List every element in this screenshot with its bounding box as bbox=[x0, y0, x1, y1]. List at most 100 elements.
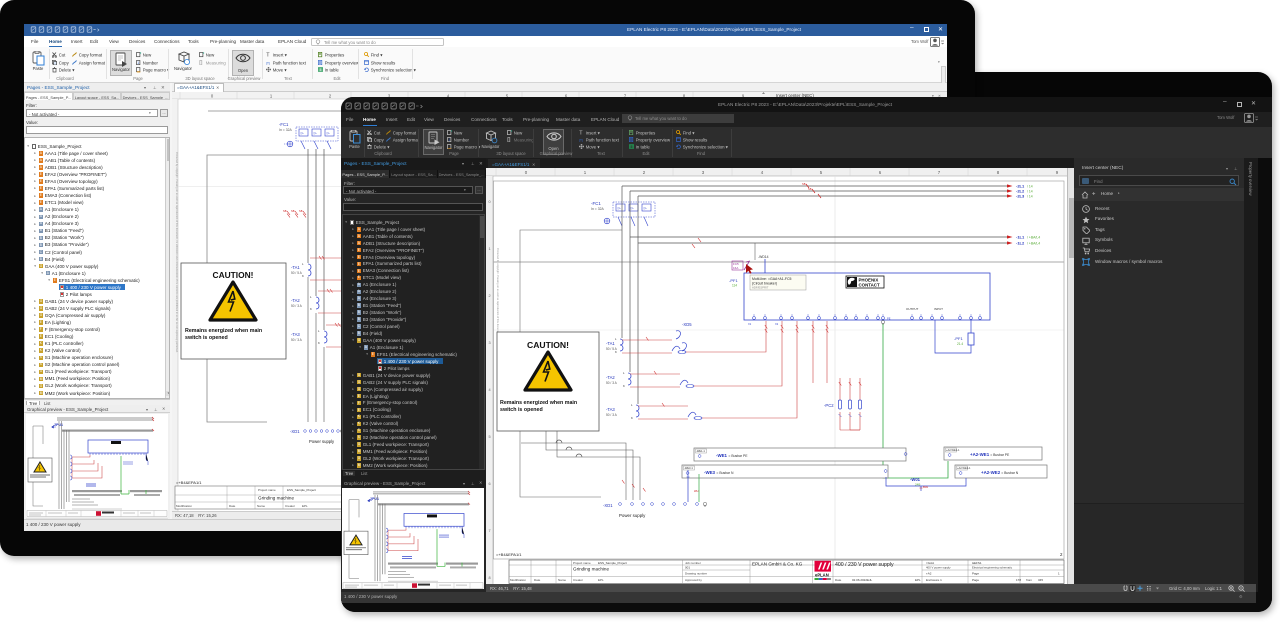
svg-text:SB: SB bbox=[283, 209, 287, 213]
svg-text:K: K bbox=[318, 341, 320, 345]
svg-text:I>: I> bbox=[301, 132, 304, 136]
svg-text:B04: B04 bbox=[923, 485, 928, 489]
svg-text:345: 345 bbox=[1038, 578, 1043, 582]
svg-text:50 / 3 A: 50 / 3 A bbox=[291, 338, 303, 342]
svg-text:K: K bbox=[615, 350, 617, 354]
svg-text:8: 8 bbox=[488, 576, 490, 580]
svg-text:Name: Name bbox=[257, 504, 265, 508]
svg-text:-WE3: -WE3 bbox=[704, 470, 716, 475]
svg-text:ADF/ESPRIT: ADF/ESPRIT bbox=[752, 286, 769, 290]
svg-text:I>: I> bbox=[314, 132, 317, 136]
svg-text:Date: Date bbox=[534, 578, 541, 582]
svg-text:Name: Name bbox=[558, 578, 566, 582]
svg-text:K: K bbox=[302, 274, 304, 278]
svg-text:/ +BA/L4: / +BA/L4 bbox=[1027, 242, 1040, 246]
svg-text:Multi-line: =GAA+A1-FC5: Multi-line: =GAA+A1-FC5 bbox=[752, 277, 792, 281]
svg-text:=GAA: =GAA bbox=[926, 561, 934, 565]
svg-text:In = 32A: In = 32A bbox=[591, 207, 604, 211]
svg-text:Remains energized when main: Remains energized when main bbox=[185, 328, 262, 334]
svg-text:Grinding machine: Grinding machine bbox=[573, 567, 609, 572]
svg-text:I>: I> bbox=[327, 132, 330, 136]
svg-text:400 V power supply: 400 V power supply bbox=[926, 566, 951, 570]
svg-text:SB: SB bbox=[291, 209, 295, 213]
svg-text:Page: Page bbox=[972, 572, 979, 576]
svg-text:-WE3-1: -WE3-1 bbox=[684, 466, 693, 470]
svg-text:-2L3: -2L3 bbox=[1016, 194, 1025, 199]
svg-text:EPLAN GmbH & Co. KG: EPLAN GmbH & Co. KG bbox=[752, 562, 803, 567]
svg-text:114: 114 bbox=[732, 284, 737, 288]
svg-text:/ 14: / 14 bbox=[1027, 195, 1033, 199]
svg-text:Creator: Creator bbox=[573, 578, 583, 582]
svg-text:= Busbar PE: = Busbar PE bbox=[728, 454, 748, 458]
svg-text:1: 1 bbox=[488, 247, 490, 251]
svg-text:1: 1 bbox=[137, 61, 139, 65]
svg-text:50 / 3 A: 50 / 3 A bbox=[606, 381, 618, 385]
svg-text:=+B4&EPA1/1: =+B4&EPA1/1 bbox=[496, 552, 522, 557]
svg-text:CAUTION!: CAUTION! bbox=[213, 270, 254, 280]
svg-text:K: K bbox=[310, 307, 312, 311]
svg-text:50 / 3 A: 50 / 3 A bbox=[606, 413, 618, 417]
svg-text:Power supply: Power supply bbox=[619, 513, 646, 518]
svg-text:Project name: Project name bbox=[573, 561, 591, 565]
svg-text:400 / 230 V power supply: 400 / 230 V power supply bbox=[835, 562, 894, 568]
svg-text:Project name: Project name bbox=[258, 488, 276, 492]
svg-text:-XD1: -XD1 bbox=[603, 503, 613, 508]
svg-text:-1L2: -1L2 bbox=[1016, 241, 1025, 246]
svg-text:OUTPUT: OUTPUT bbox=[906, 307, 919, 311]
svg-text:I>: I> bbox=[631, 207, 634, 211]
svg-text:-PF1: -PF1 bbox=[954, 336, 963, 341]
svg-text:-WE1: -WE1 bbox=[716, 453, 728, 458]
svg-text:I>: I> bbox=[618, 207, 621, 211]
svg-text:Drawing number: Drawing number bbox=[685, 572, 707, 576]
svg-text:Page: Page bbox=[972, 578, 979, 582]
svg-text:Remains energized when main: Remains energized when main bbox=[500, 400, 577, 406]
svg-text:50 / 3 A: 50 / 3 A bbox=[291, 304, 303, 308]
svg-text:CAUTION!: CAUTION! bbox=[527, 340, 569, 350]
svg-text:= Busbar N: = Busbar N bbox=[716, 471, 734, 475]
svg-text:Date: Date bbox=[835, 578, 842, 582]
svg-text:T: T bbox=[266, 53, 270, 58]
svg-text:+A2: +A2 bbox=[926, 572, 932, 576]
svg-text:Electrical engineering schemat: Electrical engineering schematic bbox=[972, 566, 1013, 570]
svg-text:= Busbar PE: = Busbar PE bbox=[990, 453, 1010, 457]
svg-text:Power supply: Power supply bbox=[309, 439, 335, 444]
svg-text:switch is opened: switch is opened bbox=[185, 335, 228, 341]
svg-text:-TA1: -TA1 bbox=[606, 341, 615, 346]
svg-text:/ 14: / 14 bbox=[1027, 190, 1033, 194]
svg-text:Job number: Job number bbox=[685, 561, 701, 565]
svg-text:+A2-WE1: +A2-WE1 bbox=[970, 452, 990, 457]
svg-text:&EFS1: &EFS1 bbox=[972, 561, 982, 565]
svg-text:PE: PE bbox=[887, 317, 891, 321]
svg-text:/ 14: / 14 bbox=[1027, 185, 1033, 189]
svg-text:SB: SB bbox=[808, 187, 812, 191]
svg-text:WH: WH bbox=[694, 489, 698, 493]
svg-text:-WE1-1: -WE1-1 bbox=[696, 449, 705, 453]
svg-text:+A2-WE2: +A2-WE2 bbox=[981, 470, 1001, 475]
svg-text:switch is opened: switch is opened bbox=[500, 407, 543, 413]
svg-text:X2: X2 bbox=[775, 322, 779, 326]
svg-text:-TA2: -TA2 bbox=[606, 375, 615, 380]
svg-text:4: 4 bbox=[488, 388, 490, 392]
svg-text:3: 3 bbox=[488, 341, 490, 345]
svg-text:+A2-WE2-1: +A2-WE2-1 bbox=[957, 466, 971, 470]
svg-text:Grinding machine: Grinding machine bbox=[258, 496, 294, 501]
svg-text:-FC1: -FC1 bbox=[591, 201, 601, 206]
svg-text:Date: Date bbox=[229, 504, 236, 508]
svg-text:16A: 16A bbox=[733, 266, 738, 270]
svg-text:from: from bbox=[1026, 578, 1033, 582]
svg-text:0: 0 bbox=[488, 200, 490, 204]
svg-text:178: 178 bbox=[1016, 578, 1021, 582]
svg-text:-TA2: -TA2 bbox=[291, 298, 300, 303]
svg-text:ePLAN: ePLAN bbox=[815, 573, 829, 578]
svg-text:-PC2: -PC2 bbox=[824, 403, 834, 408]
svg-text:-TA3: -TA3 bbox=[291, 332, 300, 337]
svg-text:2: 2 bbox=[488, 294, 490, 298]
svg-text:= Busbar N: = Busbar N bbox=[1001, 471, 1019, 475]
svg-text:-XD1: -XD1 bbox=[290, 429, 300, 434]
svg-text:-TA1: -TA1 bbox=[291, 265, 300, 270]
svg-text:50 / 5 A: 50 / 5 A bbox=[291, 271, 303, 275]
svg-text:-1L1: -1L1 bbox=[1016, 235, 1025, 240]
svg-text:SB: SB bbox=[299, 209, 303, 213]
svg-text:02.06.2022: 02.06.2022 bbox=[852, 578, 867, 582]
svg-text:Creator: Creator bbox=[285, 504, 295, 508]
